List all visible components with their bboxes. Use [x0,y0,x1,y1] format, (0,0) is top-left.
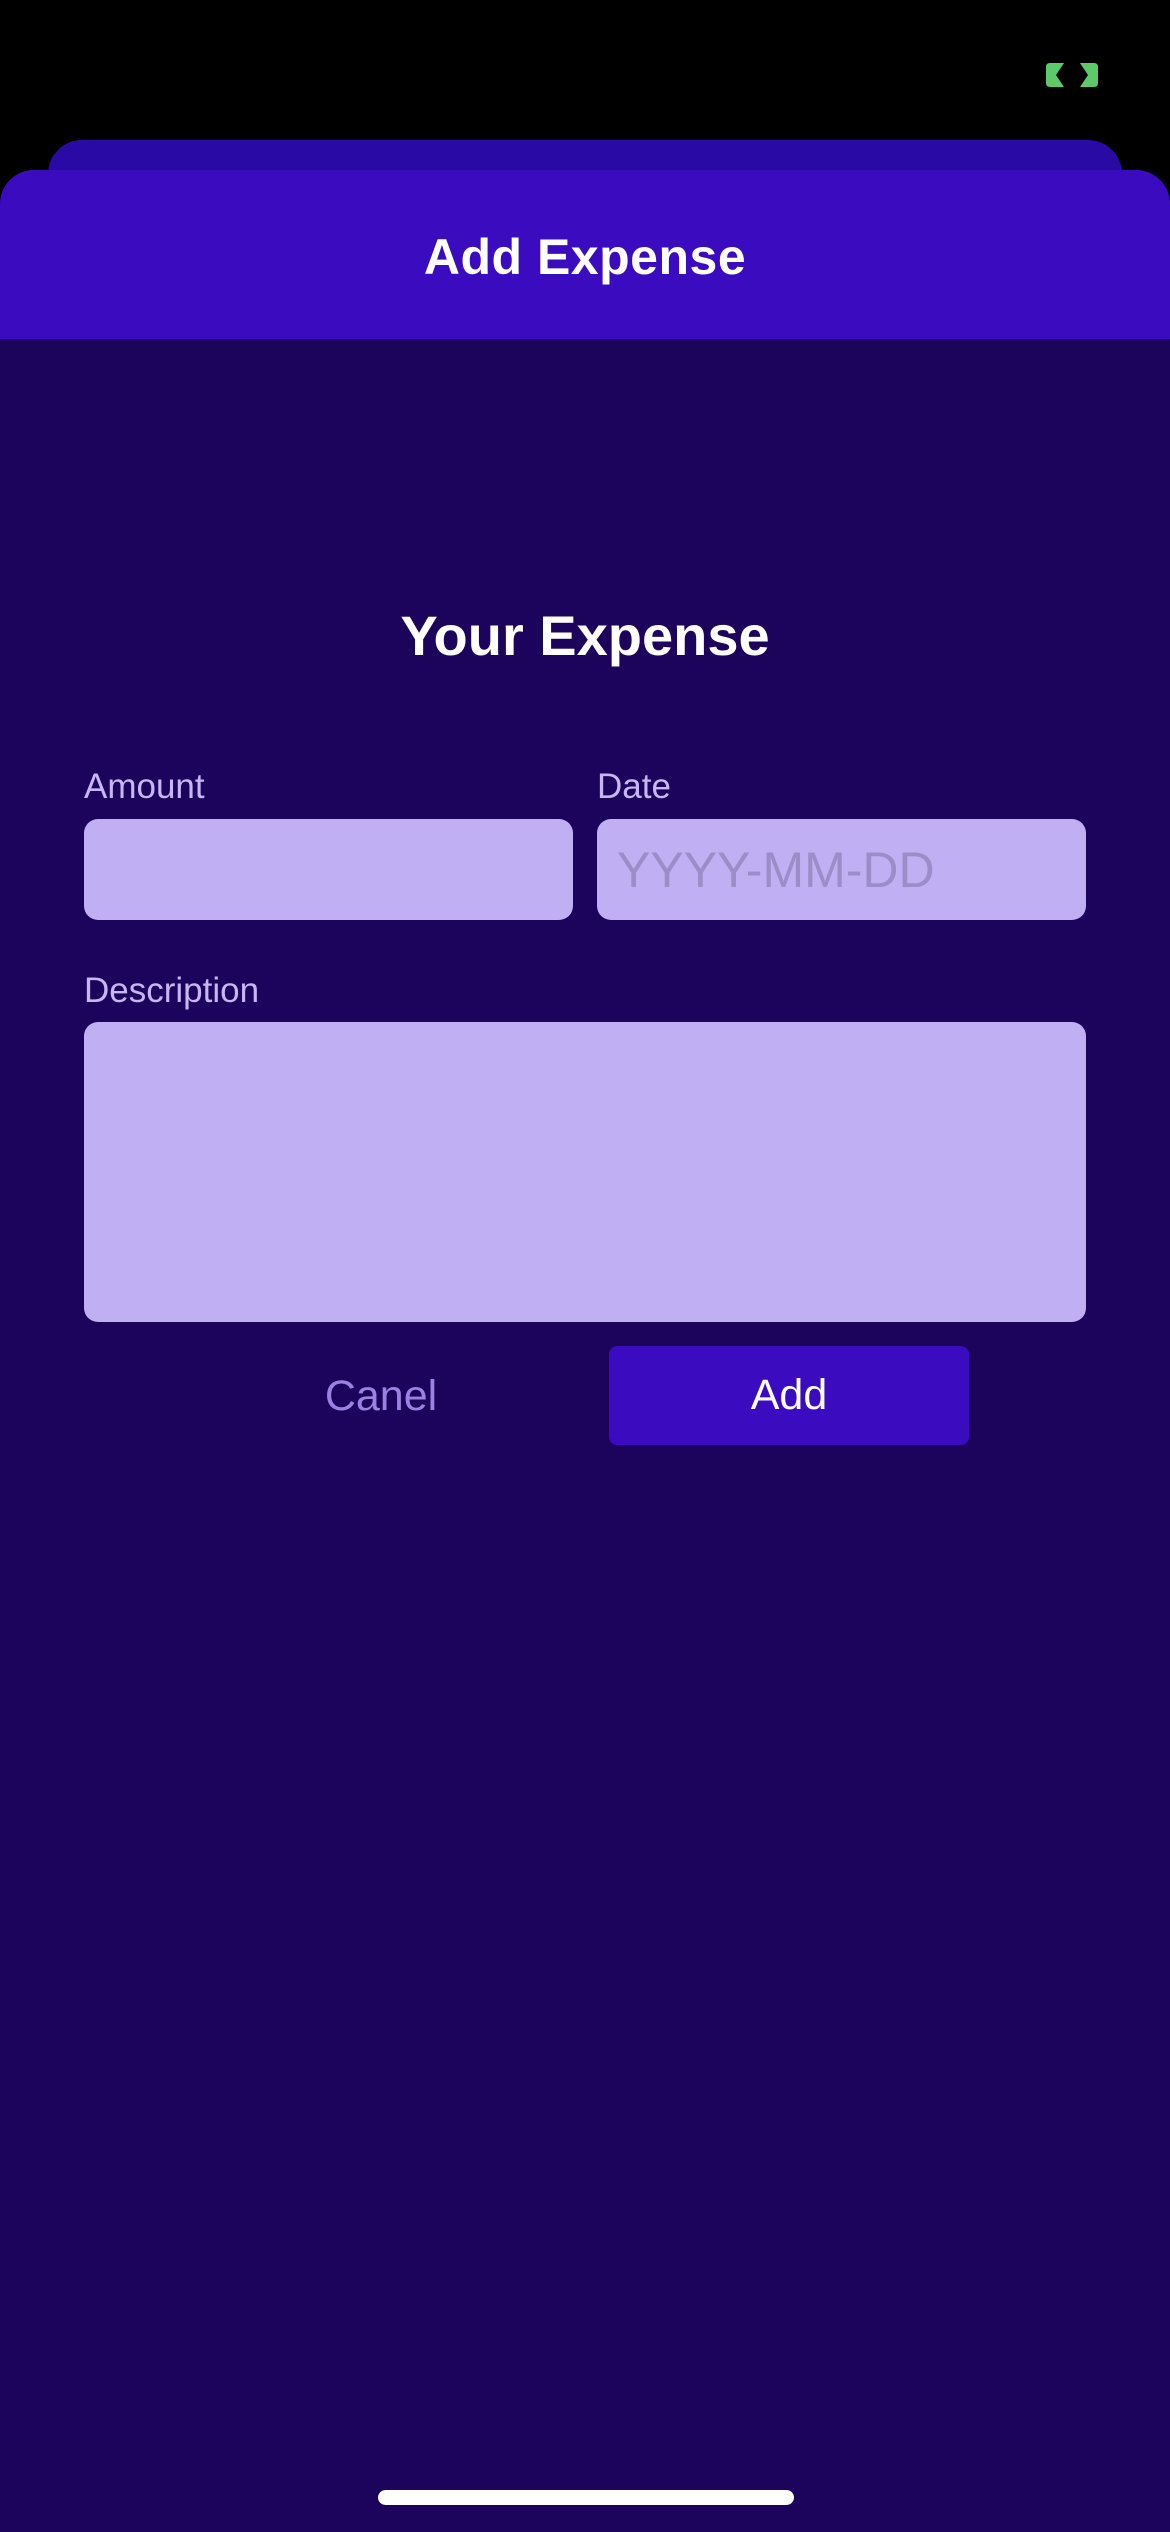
home-indicator[interactable] [378,2490,794,2505]
camera-in-use-indicator-icon [1046,63,1098,87]
date-input[interactable] [597,819,1086,920]
form-title: Your Expense [400,604,770,667]
date-label: Date [597,767,671,806]
cancel-button[interactable]: Canel [281,1346,481,1446]
amount-input[interactable] [84,819,573,920]
description-input[interactable] [84,1022,1086,1322]
app-screen: Add Expense Your Expense Amount Date Des… [0,0,1170,2532]
sheet-header: Add Expense [0,170,1170,339]
description-label: Description [84,971,260,1010]
sheet-title: Add Expense [423,228,747,285]
status-bar [0,0,1170,140]
amount-label: Amount [84,767,205,806]
add-expense-sheet: Add Expense Your Expense Amount Date Des… [0,170,1170,2532]
add-button[interactable]: Add [609,1346,969,1445]
